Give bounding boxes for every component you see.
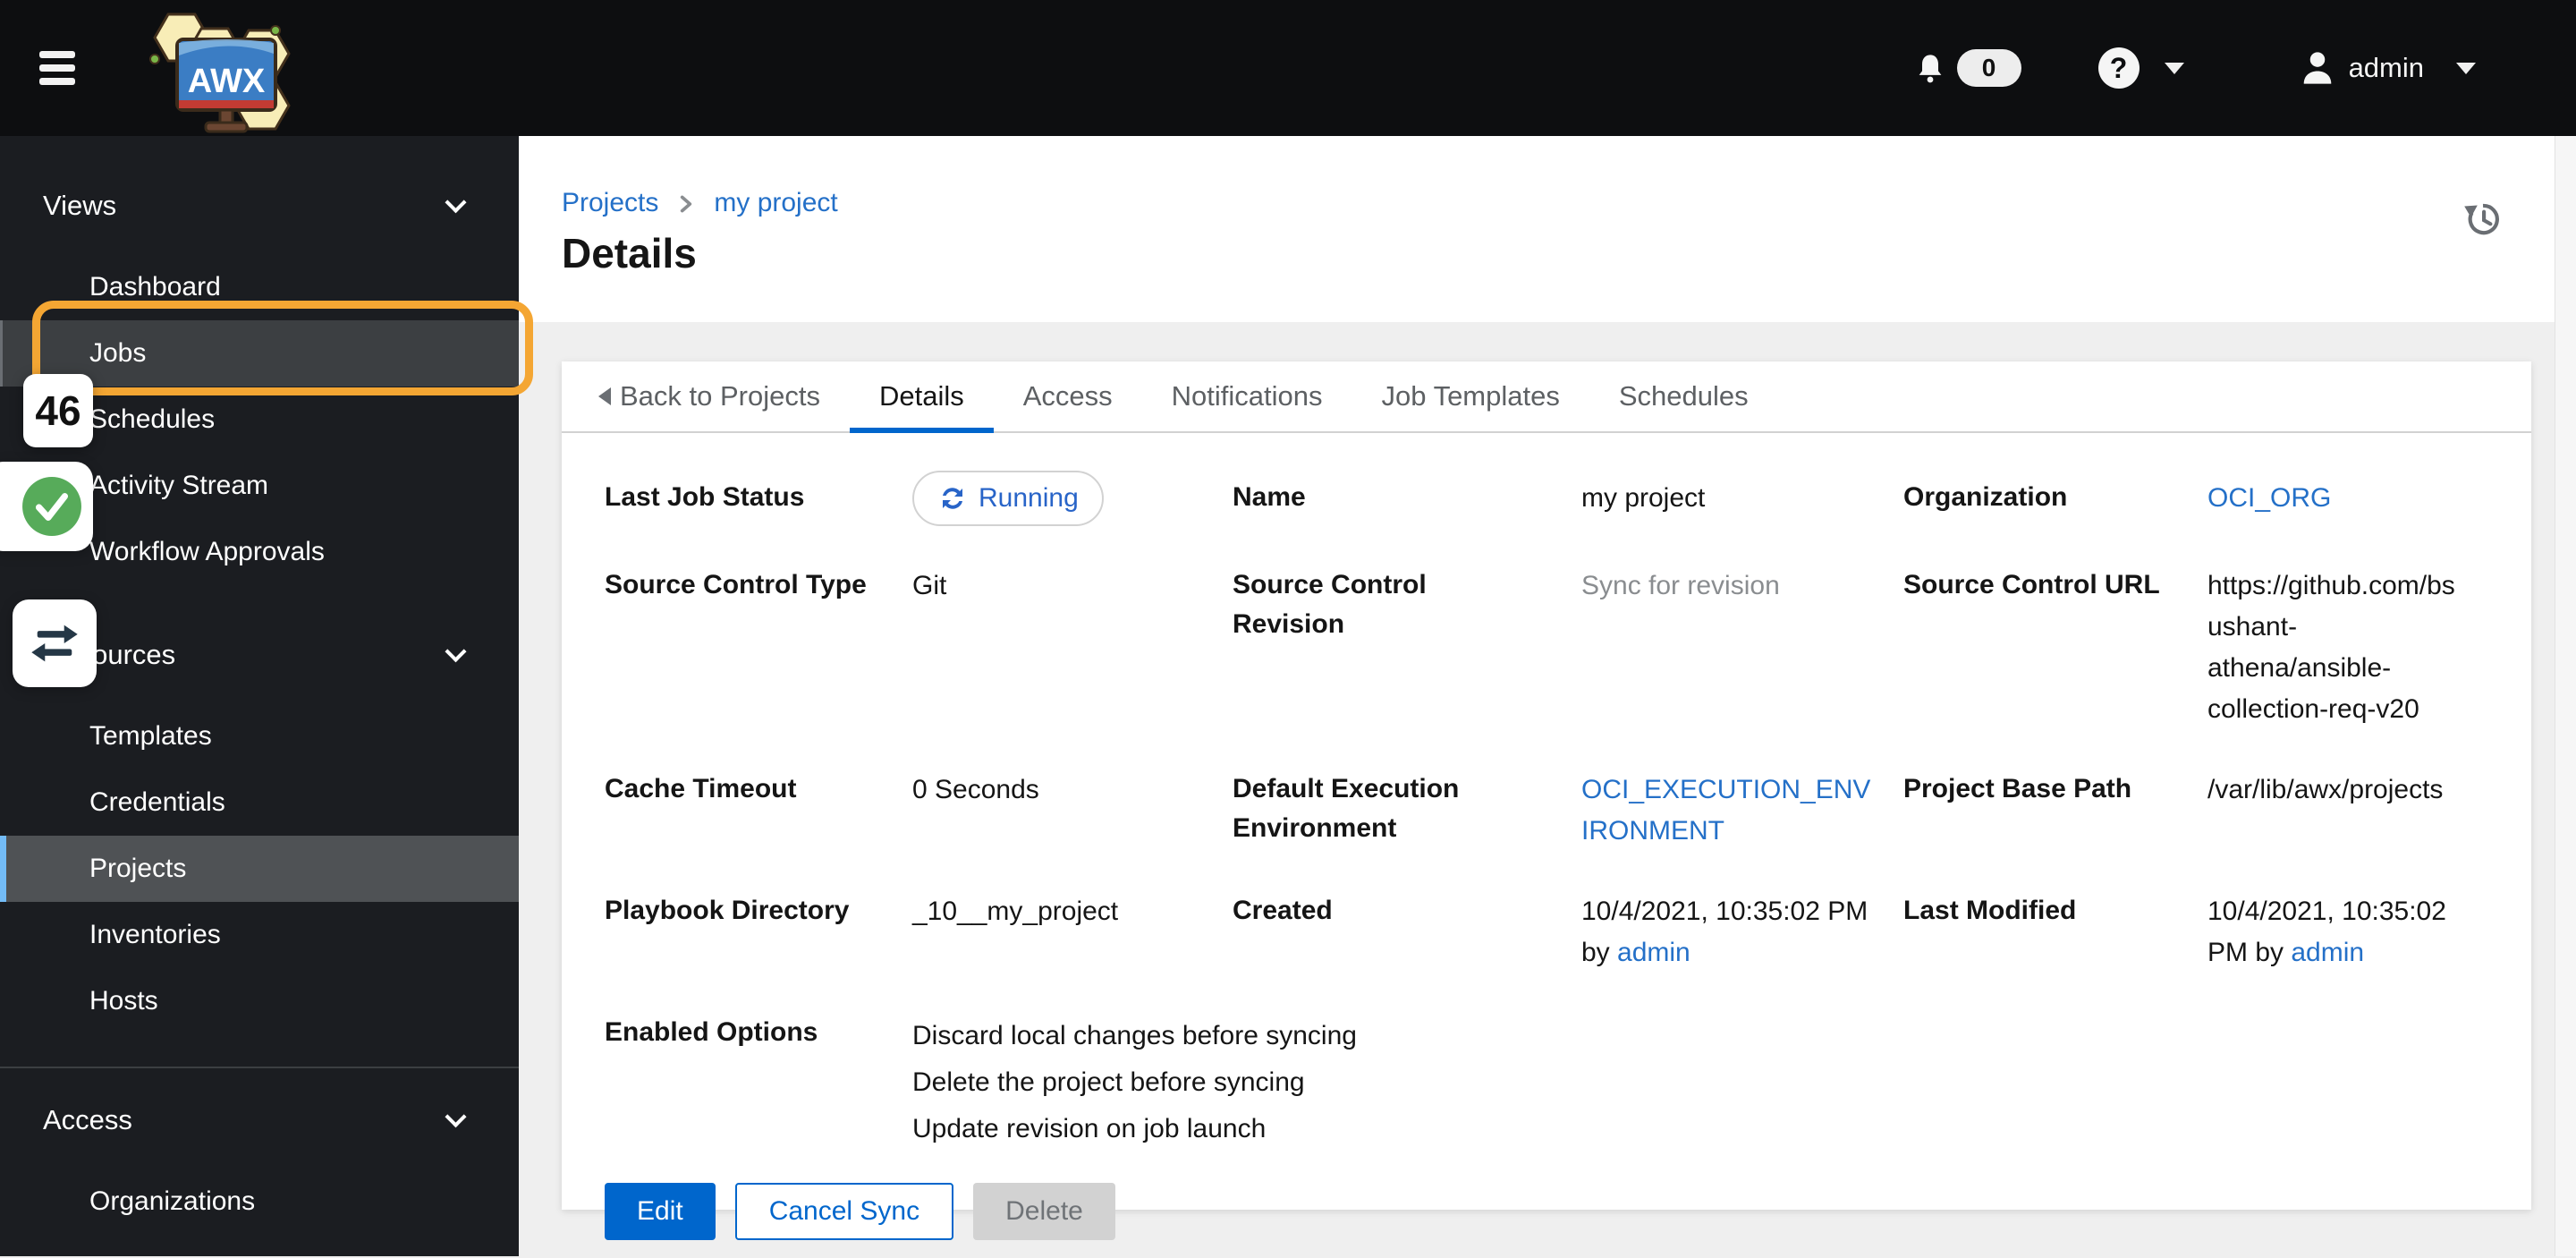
field-value-enabled-options: Discard local changes before syncing Del… — [912, 1013, 1903, 1152]
user-person-icon — [2303, 52, 2331, 84]
tab-access[interactable]: Access — [994, 361, 1142, 431]
field-label-default-execution-environment: Default Execution Environment — [1233, 774, 1460, 843]
project-details-card: Back to Projects Details Access Notifica… — [562, 361, 2531, 1240]
masthead: AWX 0 ? admin — [0, 0, 2576, 136]
sync-icon — [943, 488, 962, 509]
breadcrumb-current-link[interactable]: my project — [714, 188, 837, 218]
field-value-project-base-path: /var/lib/awx/projects — [2207, 775, 2444, 804]
breadcrumb-chevron-icon — [676, 192, 696, 216]
field-label-source-control-type: Source Control Type — [605, 570, 867, 599]
help-caret-down-icon[interactable] — [2164, 62, 2184, 74]
sidebar-item-credentials[interactable]: Credentials — [0, 769, 519, 836]
tab-notifications[interactable]: Notifications — [1142, 361, 1352, 431]
sidebar-item-dashboard[interactable]: Dashboard — [0, 254, 519, 320]
field-label-playbook-directory: Playbook Directory — [605, 896, 850, 925]
field-value-cache-timeout: 0 Seconds — [912, 775, 1039, 804]
sidebar-item-hosts[interactable]: Hosts — [0, 968, 519, 1034]
field-label-enabled-options: Enabled Options — [605, 1017, 818, 1047]
masthead-toolbar: 0 ? admin — [1914, 47, 2476, 89]
delete-button[interactable]: Delete — [973, 1183, 1115, 1240]
chevron-down-icon — [445, 191, 467, 213]
field-label-organization: Organization — [1903, 482, 2068, 512]
detail-list: Last Job Status Running Name my project … — [605, 471, 2496, 1152]
field-value-source-control-url: https://github.com/bsushant-athena/ansib… — [2207, 571, 2455, 724]
field-label-last-job-status: Last Job Status — [605, 482, 805, 512]
sidebar-group-label: Access — [43, 1104, 132, 1135]
created-by-user-link[interactable]: admin — [1617, 938, 1690, 967]
enabled-option: Discard local changes before syncing — [912, 1021, 1357, 1050]
sidebar-group-label: Views — [43, 190, 117, 221]
field-value-default-execution-environment: OCI_EXECUTION_ENVIRONMENT — [1581, 769, 1903, 852]
breadcrumb-projects-link[interactable]: Projects — [562, 188, 658, 218]
chevron-down-icon — [445, 640, 467, 662]
main-content: Projects my project Details Back to Proj… — [519, 136, 2576, 1256]
caret-left-icon — [598, 387, 611, 405]
tab-bar: Back to Projects Details Access Notifica… — [562, 361, 2531, 433]
field-value-playbook-directory: _10__my_project — [912, 897, 1119, 926]
field-label-project-base-path: Project Base Path — [1903, 774, 2132, 803]
status-badge-running[interactable]: Running — [912, 471, 1104, 526]
annotation-step-badge: 46 — [23, 374, 93, 447]
field-value-last-job-status: Running — [912, 471, 1233, 526]
sidebar-group-header-access[interactable]: Access — [0, 1086, 519, 1154]
edit-button[interactable]: Edit — [605, 1183, 716, 1240]
field-label-created: Created — [1233, 896, 1333, 925]
enabled-option: Delete the project before syncing — [912, 1067, 1305, 1097]
page-header: Projects my project Details — [519, 136, 2576, 322]
sidebar-item-organizations[interactable]: Organizations — [0, 1169, 519, 1235]
page-title: Details — [562, 230, 697, 276]
field-label-source-control-url: Source Control URL — [1903, 570, 2160, 599]
field-label-source-control-revision: Source Control Revision — [1233, 570, 1427, 639]
field-label-last-modified: Last Modified — [1903, 896, 2077, 925]
annotation-success-check-icon — [0, 462, 93, 551]
chevron-down-icon — [445, 1105, 467, 1127]
action-buttons: Edit Cancel Sync Delete — [605, 1183, 2496, 1240]
field-value-source-control-revision: Sync for revision — [1581, 571, 1780, 600]
user-caret-down-icon[interactable] — [2456, 62, 2476, 74]
field-value-source-control-type: Git — [912, 571, 947, 600]
sidebar-nav: Views Dashboard Jobs Schedules Activity … — [0, 136, 519, 1256]
cancel-sync-button[interactable]: Cancel Sync — [734, 1183, 954, 1240]
sidebar-item-templates[interactable]: Templates — [0, 703, 519, 769]
current-user-label[interactable]: admin — [2349, 52, 2424, 84]
enabled-option: Update revision on job launch — [912, 1114, 1267, 1143]
tab-job-templates[interactable]: Job Templates — [1352, 361, 1589, 431]
breadcrumb: Projects my project — [562, 188, 2576, 218]
field-value-name: my project — [1581, 483, 1706, 513]
notification-count-badge: 0 — [1956, 49, 2021, 87]
svg-text:AWX: AWX — [188, 63, 266, 100]
sidebar-group-header-views[interactable]: Views — [0, 172, 519, 240]
page-scrollbar[interactable] — [2555, 136, 2576, 1256]
awx-logo[interactable]: AWX — [134, 4, 304, 138]
annotation-swap-icon — [13, 599, 97, 687]
tab-back-to-projects[interactable]: Back to Projects — [569, 361, 850, 431]
sidebar-group-access: Access Organizations — [0, 1068, 519, 1235]
tab-details[interactable]: Details — [849, 361, 994, 433]
field-value-created: 10/4/2021, 10:35:02 PM by admin — [1581, 897, 1868, 967]
sidebar-item-inventories[interactable]: Inventories — [0, 902, 519, 968]
nav-toggle-hamburger-icon[interactable] — [39, 51, 75, 85]
field-value-last-modified: 10/4/2021, 10:35:02 PM by admin — [2207, 897, 2446, 967]
notifications-bell-icon[interactable] — [1914, 51, 1946, 85]
sidebar-item-projects[interactable]: Projects — [0, 836, 519, 902]
execution-environment-link[interactable]: OCI_EXECUTION_ENVIRONMENT — [1581, 775, 1870, 846]
field-label-cache-timeout: Cache Timeout — [605, 774, 797, 803]
tab-schedules[interactable]: Schedules — [1589, 361, 1778, 431]
field-label-name: Name — [1233, 482, 1306, 512]
page-body: Back to Projects Details Access Notifica… — [519, 322, 2576, 1256]
organization-link[interactable]: OCI_ORG — [2207, 483, 2331, 513]
history-clock-icon[interactable] — [2460, 195, 2504, 240]
modified-by-user-link[interactable]: admin — [2291, 938, 2364, 967]
field-value-organization: OCI_ORG — [2207, 478, 2496, 519]
help-icon[interactable]: ? — [2097, 47, 2140, 89]
